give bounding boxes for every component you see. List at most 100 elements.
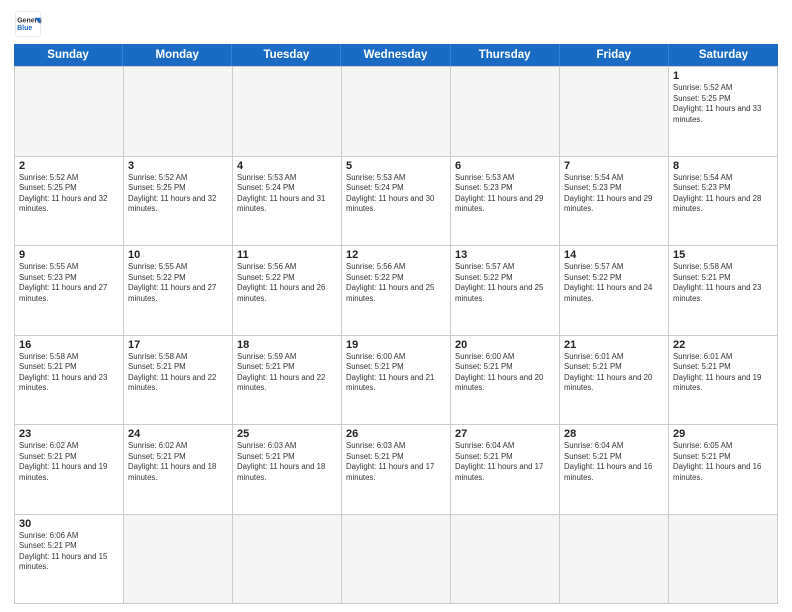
- day-number: 28: [564, 428, 664, 440]
- day-number: 20: [455, 339, 555, 351]
- cal-cell: 29Sunrise: 6:05 AMSunset: 5:21 PMDayligh…: [669, 425, 778, 515]
- cal-row-5: 30Sunrise: 6:06 AMSunset: 5:21 PMDayligh…: [15, 515, 778, 605]
- cal-cell: [233, 67, 342, 157]
- cal-cell: 10Sunrise: 5:55 AMSunset: 5:22 PMDayligh…: [124, 246, 233, 336]
- day-number: 11: [237, 249, 337, 261]
- cal-cell: 7Sunrise: 5:54 AMSunset: 5:23 PMDaylight…: [560, 157, 669, 247]
- day-number: 8: [673, 160, 773, 172]
- cell-info: Sunrise: 5:55 AMSunset: 5:23 PMDaylight:…: [19, 262, 119, 304]
- cal-cell: [233, 515, 342, 605]
- cell-info: Sunrise: 5:57 AMSunset: 5:22 PMDaylight:…: [455, 262, 555, 304]
- header-day-tuesday: Tuesday: [232, 44, 341, 66]
- cal-row-2: 9Sunrise: 5:55 AMSunset: 5:23 PMDaylight…: [15, 246, 778, 336]
- cal-cell: [669, 515, 778, 605]
- cal-row-1: 2Sunrise: 5:52 AMSunset: 5:25 PMDaylight…: [15, 157, 778, 247]
- day-number: 21: [564, 339, 664, 351]
- cal-cell: [560, 67, 669, 157]
- cal-cell: 3Sunrise: 5:52 AMSunset: 5:25 PMDaylight…: [124, 157, 233, 247]
- cal-cell: [451, 67, 560, 157]
- header-day-saturday: Saturday: [669, 44, 778, 66]
- day-number: 23: [19, 428, 119, 440]
- cal-cell: 2Sunrise: 5:52 AMSunset: 5:25 PMDaylight…: [15, 157, 124, 247]
- cal-cell: [124, 515, 233, 605]
- day-number: 16: [19, 339, 119, 351]
- cell-info: Sunrise: 5:53 AMSunset: 5:23 PMDaylight:…: [455, 173, 555, 215]
- cell-info: Sunrise: 6:01 AMSunset: 5:21 PMDaylight:…: [673, 352, 773, 394]
- logo-icon: General Blue: [14, 10, 42, 38]
- day-number: 13: [455, 249, 555, 261]
- cal-cell: 6Sunrise: 5:53 AMSunset: 5:23 PMDaylight…: [451, 157, 560, 247]
- day-number: 25: [237, 428, 337, 440]
- cell-info: Sunrise: 5:52 AMSunset: 5:25 PMDaylight:…: [128, 173, 228, 215]
- cell-info: Sunrise: 6:03 AMSunset: 5:21 PMDaylight:…: [346, 441, 446, 483]
- cell-info: Sunrise: 5:58 AMSunset: 5:21 PMDaylight:…: [128, 352, 228, 394]
- day-number: 7: [564, 160, 664, 172]
- cal-cell: [560, 515, 669, 605]
- cal-cell: 4Sunrise: 5:53 AMSunset: 5:24 PMDaylight…: [233, 157, 342, 247]
- cell-info: Sunrise: 6:02 AMSunset: 5:21 PMDaylight:…: [19, 441, 119, 483]
- cell-info: Sunrise: 6:06 AMSunset: 5:21 PMDaylight:…: [19, 531, 119, 573]
- cal-cell: [15, 67, 124, 157]
- cal-cell: 19Sunrise: 6:00 AMSunset: 5:21 PMDayligh…: [342, 336, 451, 426]
- cal-row-4: 23Sunrise: 6:02 AMSunset: 5:21 PMDayligh…: [15, 425, 778, 515]
- cal-row-3: 16 Sunrise: 5:58 AMSunset: 5:21 PMDayligh…: [15, 336, 778, 426]
- cell-info: Sunrise: 5:52 AMSunset: 5:25 PMDaylight:…: [673, 83, 773, 125]
- cell-info: Sunrise: 5:53 AMSunset: 5:24 PMDaylight:…: [237, 173, 337, 215]
- cell-info: Sunrise: 6:04 AMSunset: 5:21 PMDaylight:…: [564, 441, 664, 483]
- cal-cell: 22Sunrise: 6:01 AMSunset: 5:21 PMDayligh…: [669, 336, 778, 426]
- day-number: 14: [564, 249, 664, 261]
- cell-info: Sunrise: 6:00 AMSunset: 5:21 PMDaylight:…: [455, 352, 555, 394]
- cell-info: Sunrise: 5:52 AMSunset: 5:25 PMDaylight:…: [19, 173, 119, 215]
- cell-info: Sunrise: 5:59 AMSunset: 5:21 PMDaylight:…: [237, 352, 337, 394]
- cell-info: Sunrise: 5:57 AMSunset: 5:22 PMDaylight:…: [564, 262, 664, 304]
- cell-info: Sunrise: 6:02 AMSunset: 5:21 PMDaylight:…: [128, 441, 228, 483]
- calendar: SundayMondayTuesdayWednesdayThursdayFrid…: [14, 44, 778, 604]
- cell-info: Sunrise: 6:03 AMSunset: 5:21 PMDaylight:…: [237, 441, 337, 483]
- day-number: 15: [673, 249, 773, 261]
- day-number: 1: [673, 70, 773, 82]
- header-day-thursday: Thursday: [451, 44, 560, 66]
- day-number: 3: [128, 160, 228, 172]
- header-day-wednesday: Wednesday: [341, 44, 450, 66]
- header-day-monday: Monday: [123, 44, 232, 66]
- cal-cell: [342, 67, 451, 157]
- cell-info: Sunrise: 6:04 AMSunset: 5:21 PMDaylight:…: [455, 441, 555, 483]
- cal-cell: 9Sunrise: 5:55 AMSunset: 5:23 PMDaylight…: [15, 246, 124, 336]
- cell-info: Sunrise: 5:56 AMSunset: 5:22 PMDaylight:…: [346, 262, 446, 304]
- cal-cell: 12Sunrise: 5:56 AMSunset: 5:22 PMDayligh…: [342, 246, 451, 336]
- day-number: 17: [128, 339, 228, 351]
- day-number: 30: [19, 518, 119, 530]
- cal-cell: 13Sunrise: 5:57 AMSunset: 5:22 PMDayligh…: [451, 246, 560, 336]
- cal-cell: [342, 515, 451, 605]
- cal-cell: 27Sunrise: 6:04 AMSunset: 5:21 PMDayligh…: [451, 425, 560, 515]
- cell-info: Sunrise: 5:58 AMSunset: 5:21 PMDaylight:…: [673, 262, 773, 304]
- calendar-body: 1Sunrise: 5:52 AMSunset: 5:25 PMDaylight…: [14, 66, 778, 604]
- cal-cell: 5Sunrise: 5:53 AMSunset: 5:24 PMDaylight…: [342, 157, 451, 247]
- cell-info: Sunrise: 5:56 AMSunset: 5:22 PMDaylight:…: [237, 262, 337, 304]
- cell-info: Sunrise: 6:00 AMSunset: 5:21 PMDaylight:…: [346, 352, 446, 394]
- cal-cell: 11Sunrise: 5:56 AMSunset: 5:22 PMDayligh…: [233, 246, 342, 336]
- cal-cell: 20Sunrise: 6:00 AMSunset: 5:21 PMDayligh…: [451, 336, 560, 426]
- cal-cell: 16Sunrise: 5:58 AMSunset: 5:21 PMDayligh…: [15, 336, 124, 426]
- day-number: 26: [346, 428, 446, 440]
- day-number: 5: [346, 160, 446, 172]
- cell-info: Sunrise: 5:54 AMSunset: 5:23 PMDaylight:…: [673, 173, 773, 215]
- cal-row-0: 1Sunrise: 5:52 AMSunset: 5:25 PMDaylight…: [15, 67, 778, 157]
- header: General Blue: [14, 10, 778, 38]
- cal-cell: [451, 515, 560, 605]
- day-number: 4: [237, 160, 337, 172]
- day-number: 2: [19, 160, 119, 172]
- day-number: 9: [19, 249, 119, 261]
- day-number: 27: [455, 428, 555, 440]
- day-number: 6: [455, 160, 555, 172]
- cal-cell: 28Sunrise: 6:04 AMSunset: 5:21 PMDayligh…: [560, 425, 669, 515]
- logo: General Blue: [14, 10, 42, 38]
- header-day-friday: Friday: [560, 44, 669, 66]
- cell-info: Sunrise: 6:05 AMSunset: 5:21 PMDaylight:…: [673, 441, 773, 483]
- cal-cell: 17Sunrise: 5:58 AMSunset: 5:21 PMDayligh…: [124, 336, 233, 426]
- cal-cell: 8Sunrise: 5:54 AMSunset: 5:23 PMDaylight…: [669, 157, 778, 247]
- cal-cell: 15Sunrise: 5:58 AMSunset: 5:21 PMDayligh…: [669, 246, 778, 336]
- cell-info: Sunrise: 5:55 AMSunset: 5:22 PMDaylight:…: [128, 262, 228, 304]
- cal-cell: [124, 67, 233, 157]
- cell-info: Sunrise: 5:54 AMSunset: 5:23 PMDaylight:…: [564, 173, 664, 215]
